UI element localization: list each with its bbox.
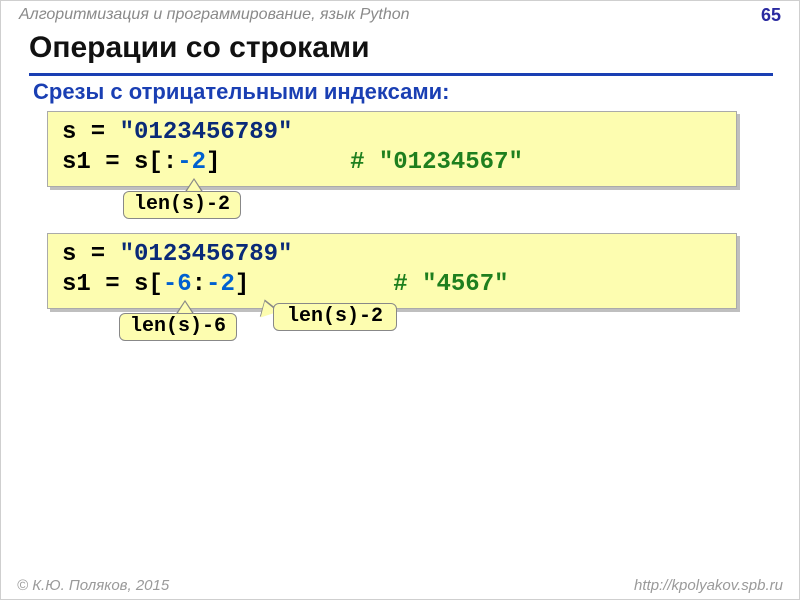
slide: Алгоритмизация и программирование, язык … (0, 0, 800, 600)
tag-len-minus-6: len(s)-6 (119, 313, 237, 341)
subtitle: Срезы с отрицательными индексами: (33, 79, 450, 105)
page-title: Операции со строками (29, 31, 370, 65)
code1-slice-c: ] (206, 149, 220, 176)
code2-slice-a: s1 = s[ (62, 271, 163, 298)
footer-bar: © К.Ю. Поляков, 2015 http://kpolyakov.sp… (1, 571, 799, 599)
header-bar: Алгоритмизация и программирование, язык … (1, 1, 799, 29)
code1-neg2: -2 (177, 149, 206, 176)
code2-colon: : (192, 271, 206, 298)
tag-len-minus-2-a: len(s)-2 (123, 191, 241, 219)
copyright: © К.Ю. Поляков, 2015 (17, 577, 169, 594)
course-title: Алгоритмизация и программирование, язык … (19, 6, 410, 24)
code1-comment: # "01234567" (350, 149, 523, 176)
code2-neg6: -6 (163, 271, 192, 298)
code2-slice-e: ] (235, 271, 249, 298)
footer-url: http://kpolyakov.spb.ru (634, 577, 783, 594)
code2-comment: # "4567" (393, 271, 508, 298)
code1-s-assign: s = (62, 119, 120, 146)
tag-len-minus-2-b: len(s)-2 (273, 303, 397, 331)
code-block-1: s = "0123456789" s1 = s[:-2] # "01234567… (47, 111, 737, 187)
code2-neg2: -2 (206, 271, 235, 298)
title-underline (29, 73, 773, 76)
page-number: 65 (761, 5, 781, 26)
code2-s-assign: s = (62, 241, 120, 268)
code2-string-literal: "0123456789" (120, 241, 293, 268)
code-block-2: s = "0123456789" s1 = s[-6:-2] # "4567" (47, 233, 737, 309)
code1-slice-a: s1 = s[: (62, 149, 177, 176)
code1-string-literal: "0123456789" (120, 119, 293, 146)
